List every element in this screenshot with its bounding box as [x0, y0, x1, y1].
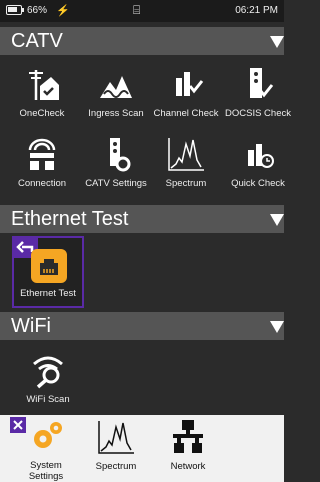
- spectrum-icon: [98, 421, 134, 454]
- clock: 06:21 PM: [235, 5, 278, 16]
- section-title: WiFi: [11, 315, 51, 337]
- close-icon[interactable]: [10, 417, 26, 433]
- tile-label: OneCheck: [19, 108, 65, 119]
- tile-label: WiFi Scan: [26, 394, 70, 405]
- channel-check-icon: [176, 72, 204, 96]
- tile-channel-check[interactable]: Channel Check: [150, 64, 222, 119]
- tile-label: Connection: [17, 178, 67, 189]
- section-header-wifi[interactable]: WiFi: [0, 312, 284, 340]
- tile-spectrum[interactable]: Spectrum: [150, 134, 222, 189]
- network-icon: [173, 420, 203, 453]
- ethernet-icon: [31, 249, 67, 283]
- section-title: Ethernet Test: [11, 208, 129, 230]
- collapse-icon: [270, 214, 284, 226]
- tile-label: Ethernet Test: [20, 288, 76, 299]
- wifi-scan-icon: [33, 356, 63, 389]
- tile-onecheck[interactable]: OneCheck: [6, 64, 78, 119]
- tile-ingress-scan[interactable]: Ingress Scan: [80, 64, 152, 119]
- ingress-scan-icon: [100, 76, 132, 98]
- section-header-ethernet[interactable]: Ethernet Test: [0, 205, 284, 233]
- collapse-icon: [270, 36, 284, 48]
- tile-label: Spectrum: [165, 178, 207, 189]
- docsis-check-icon: [250, 68, 274, 98]
- section-header-catv[interactable]: CATV: [0, 27, 284, 55]
- tile-label: Network: [170, 461, 206, 472]
- fav-spectrum[interactable]: Spectrum: [80, 417, 152, 472]
- tile-label: Spectrum: [95, 461, 137, 472]
- onecheck-icon: [29, 70, 59, 100]
- battery-percent: 66%: [27, 5, 48, 16]
- fav-network[interactable]: Network: [152, 417, 224, 472]
- tile-docsis-check[interactable]: DOCSIS Check: [222, 64, 294, 119]
- tile-catv-settings[interactable]: CATV Settings: [80, 134, 152, 189]
- tile-label: DOCSIS Check: [225, 108, 291, 119]
- spectrum-icon: [168, 138, 204, 171]
- notification-icon: ⌸: [133, 3, 141, 17]
- battery-icon: [6, 5, 22, 15]
- tile-label: System Settings: [28, 460, 64, 482]
- gears-icon: [34, 422, 62, 448]
- connection-icon: [28, 138, 56, 170]
- tile-ethernet-test[interactable]: Ethernet Test: [12, 236, 84, 308]
- tile-connection[interactable]: Connection: [6, 134, 78, 189]
- catv-settings-icon: [110, 138, 131, 172]
- favorites-bar: System Settings Spectrum Network: [0, 415, 284, 482]
- tile-label: Channel Check: [153, 108, 219, 119]
- collapse-icon: [270, 321, 284, 333]
- section-title: CATV: [11, 30, 63, 52]
- tile-label: Ingress Scan: [88, 108, 144, 119]
- tile-wifi-scan[interactable]: WiFi Scan: [12, 350, 84, 405]
- tile-label: CATV Settings: [85, 178, 147, 189]
- charging-icon: ⚡: [56, 5, 70, 17]
- quick-check-icon: [248, 144, 274, 168]
- tile-quick-check[interactable]: Quick Check: [222, 134, 294, 189]
- tile-label: Quick Check: [231, 178, 285, 189]
- status-bar: 66% ⚡ ⌸ 06:21 PM: [0, 0, 284, 22]
